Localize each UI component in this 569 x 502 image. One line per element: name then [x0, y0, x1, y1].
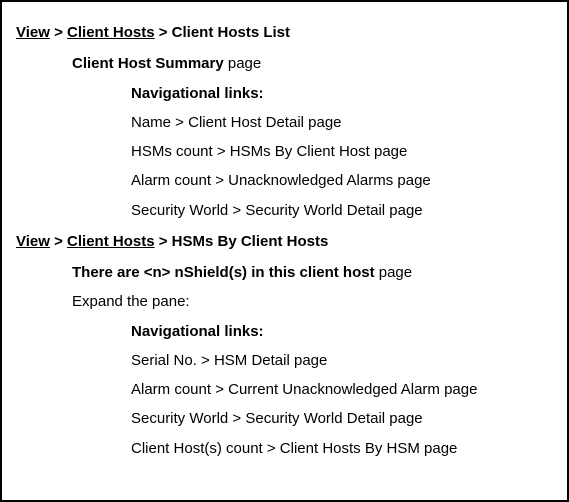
breadcrumb-sep: >: [54, 24, 67, 41]
breadcrumb-part: Client Hosts: [67, 24, 155, 41]
breadcrumb-part: Client Hosts: [67, 233, 155, 250]
summary-line: There are <n> nShield(s) in this client …: [16, 258, 553, 287]
breadcrumb-hsms-by-client-hosts: View > Client Hosts > HSMs By Client Hos…: [16, 227, 553, 256]
summary-label: There are <n> nShield(s) in this client …: [72, 264, 375, 281]
nav-link-item: Alarm count > Unacknowledged Alarms page: [16, 166, 553, 195]
nav-links-heading: Navigational links:: [16, 317, 553, 346]
summary-suffix: page: [224, 55, 262, 72]
nav-link-item: Security World > Security World Detail p…: [16, 404, 553, 433]
breadcrumb-client-hosts-list: View > Client Hosts > Client Hosts List: [16, 18, 553, 47]
nav-link-item: Serial No. > HSM Detail page: [16, 346, 553, 375]
nav-link-item: Alarm count > Current Unacknowledged Ala…: [16, 375, 553, 404]
breadcrumb-current: Client Hosts List: [172, 24, 290, 41]
breadcrumb-part: View: [16, 24, 50, 41]
breadcrumb-part: View: [16, 233, 50, 250]
summary-suffix: page: [375, 264, 413, 281]
breadcrumb-sep: >: [159, 24, 172, 41]
breadcrumb-current: HSMs By Client Hosts: [172, 233, 329, 250]
breadcrumb-sep: >: [54, 233, 67, 250]
breadcrumb-sep: >: [159, 233, 172, 250]
summary-label: Client Host Summary: [72, 55, 224, 72]
doc-container: View > Client Hosts > Client Hosts List …: [0, 0, 569, 502]
expand-pane-label: Expand the pane:: [16, 287, 553, 316]
nav-link-item: Name > Client Host Detail page: [16, 108, 553, 137]
nav-links-heading: Navigational links:: [16, 79, 553, 108]
summary-line: Client Host Summary page: [16, 49, 553, 78]
nav-link-item: HSMs count > HSMs By Client Host page: [16, 137, 553, 166]
nav-link-item: Security World > Security World Detail p…: [16, 196, 553, 225]
nav-link-item: Client Host(s) count > Client Hosts By H…: [16, 434, 553, 463]
